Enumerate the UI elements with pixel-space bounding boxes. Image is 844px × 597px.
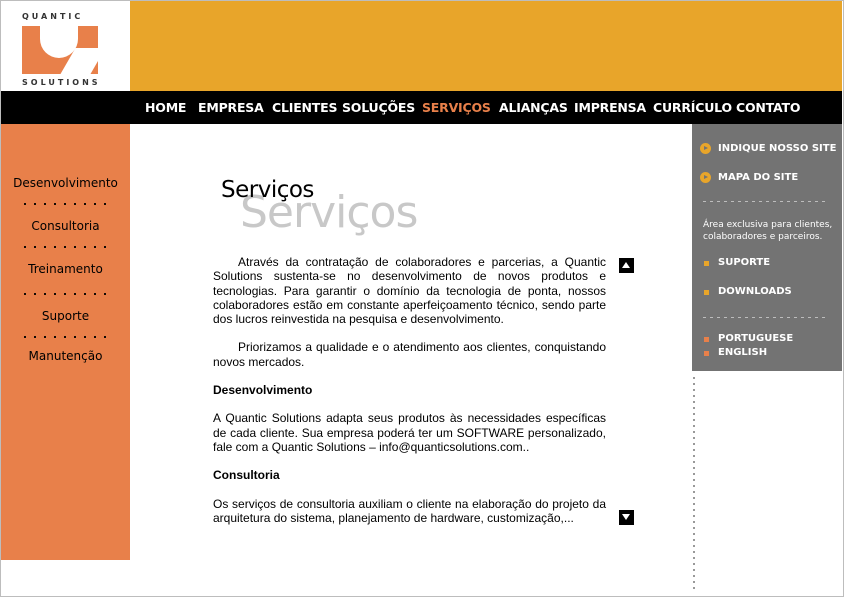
left-menu-desenvolvimento[interactable]: Desenvolvimento xyxy=(1,176,130,190)
left-menu-suporte[interactable]: Suporte xyxy=(1,309,130,323)
exclusive-area-text: Área exclusiva para clientes, colaborado… xyxy=(703,220,833,242)
paragraph-consultoria: Os serviços de consultoria auxiliam o cl… xyxy=(213,496,606,525)
right-divider xyxy=(703,317,825,318)
left-divider xyxy=(20,336,110,338)
language-english[interactable]: ENGLISH xyxy=(718,347,767,358)
logo-top-text: QUANTIC xyxy=(22,12,84,21)
logo-bottom-text: SOLUTIONS xyxy=(22,78,101,87)
arrow-down-icon xyxy=(622,514,630,520)
arrow-circle-icon xyxy=(700,143,711,154)
scroll-up-button[interactable] xyxy=(619,258,634,273)
left-menu-consultoria[interactable]: Consultoria xyxy=(1,219,130,233)
arrow-circle-icon xyxy=(700,172,711,183)
nav-servicos[interactable]: SERVIÇOS xyxy=(422,100,491,115)
left-menu-manutencao[interactable]: Manutenção xyxy=(1,349,130,363)
left-divider xyxy=(20,203,110,205)
section-heading-consultoria: Consultoria xyxy=(213,468,280,483)
left-divider xyxy=(20,293,110,295)
arrow-up-icon xyxy=(622,262,630,268)
bullet-icon xyxy=(704,351,709,356)
scroll-down-button[interactable] xyxy=(619,510,634,525)
language-portuguese[interactable]: PORTUGUESE xyxy=(718,333,793,344)
paragraph-quality: Priorizamos a qualidade e o atendimento … xyxy=(213,340,606,369)
paragraph-intro: Através da contratação de colaboradores … xyxy=(213,255,606,327)
nav-aliancas[interactable]: ALIANÇAS xyxy=(499,100,568,115)
nav-clientes[interactable]: CLIENTES xyxy=(272,100,337,115)
nav-imprensa[interactable]: IMPRENSA xyxy=(574,100,646,115)
paragraph-desenvolvimento: A Quantic Solutions adapta seus produtos… xyxy=(213,411,606,454)
left-divider xyxy=(20,246,110,248)
right-divider xyxy=(703,201,825,202)
bullet-icon xyxy=(704,261,709,266)
bullet-icon xyxy=(704,290,709,295)
nav-curriculo[interactable]: CURRÍCULO xyxy=(653,100,732,115)
section-heading-desenvolvimento: Desenvolvimento xyxy=(213,383,313,398)
header-banner xyxy=(130,1,842,91)
nav-empresa[interactable]: EMPRESA xyxy=(198,100,264,115)
downloads-link[interactable]: DOWNLOADS xyxy=(718,286,792,297)
nav-contato[interactable]: CONTATO xyxy=(736,100,800,115)
suporte-link[interactable]: SUPORTE xyxy=(718,257,770,268)
vertical-dotted-divider xyxy=(693,375,695,593)
main-content: Através da contratação de colaboradores … xyxy=(213,255,606,539)
nav-solucoes[interactable]: SOLUÇÕES xyxy=(342,100,415,115)
nav-home[interactable]: HOME xyxy=(145,100,186,115)
mapa-site-link[interactable]: MAPA DO SITE xyxy=(718,172,798,183)
bullet-icon xyxy=(704,337,709,342)
page-title: Serviços xyxy=(221,177,314,203)
left-menu-treinamento[interactable]: Treinamento xyxy=(1,262,130,276)
indique-site-link[interactable]: INDIQUE NOSSO SITE xyxy=(718,143,836,154)
